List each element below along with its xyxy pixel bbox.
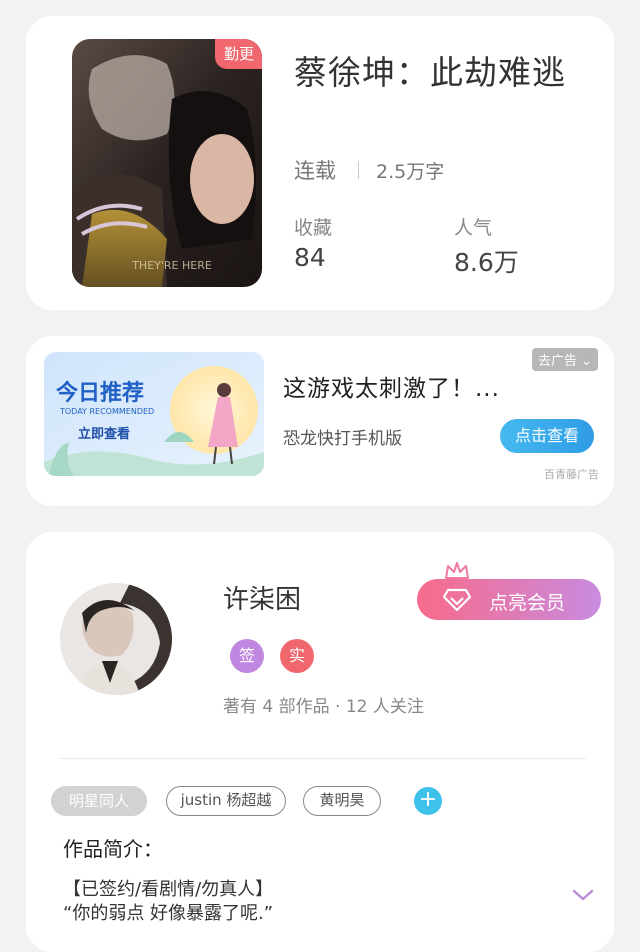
favorites-label: 收藏 — [294, 217, 333, 239]
ad-card[interactable]: 今日推荐 TODAY RECOMMENDED 立即查看 这游戏太刺激了！... … — [26, 336, 614, 506]
book-status: 连载 — [294, 159, 336, 183]
vip-button-label: 点亮会员 — [489, 592, 566, 614]
status-divider — [358, 161, 359, 179]
plus-icon: + — [418, 787, 438, 812]
author-stats: 著有 4 部作品 · 12 人关注 — [223, 697, 424, 717]
remove-ads-button[interactable]: 去广告 ⌄ — [532, 348, 599, 371]
vip-button[interactable]: 点亮会员 — [417, 579, 601, 620]
book-cover[interactable]: THEY'RE HERE 勤更 — [72, 39, 262, 287]
popularity-label: 人气 — [454, 217, 493, 239]
word-count: 2.5万字 — [376, 161, 445, 183]
ad-image-button: 立即查看 — [78, 426, 130, 442]
verified-badge: 实 — [280, 639, 314, 673]
section-divider — [58, 758, 586, 759]
ad-image-title: 今日推荐 — [56, 380, 144, 406]
ad-subtitle: 恐龙快打手机版 — [283, 429, 402, 449]
svg-text:THEY'RE HERE: THEY'RE HERE — [131, 259, 212, 272]
update-badge: 勤更 — [214, 39, 262, 69]
intro-title: 作品简介： — [63, 837, 163, 861]
ad-banner-image: 今日推荐 TODAY RECOMMENDED 立即查看 — [44, 352, 264, 476]
favorites-value: 84 — [294, 243, 326, 272]
book-title: 蔡徐坤：此劫难逃 — [294, 53, 566, 92]
ad-cta-button[interactable]: 点击查看 — [500, 419, 594, 453]
popularity-value: 8.6万 — [454, 248, 519, 277]
add-tag-button[interactable]: + — [414, 787, 442, 815]
tag-item[interactable]: justin 杨超越 — [166, 786, 286, 816]
diamond-icon — [443, 588, 471, 612]
chevron-down-icon[interactable] — [571, 888, 595, 902]
author-avatar[interactable] — [60, 583, 172, 695]
tag-item[interactable]: 黄明昊 — [303, 786, 381, 816]
book-cover-image: THEY'RE HERE — [72, 39, 262, 287]
avatar-image — [60, 583, 172, 695]
signed-badge: 签 — [230, 639, 264, 673]
tag-category[interactable]: 明星同人 — [51, 786, 147, 816]
crown-icon — [445, 562, 469, 579]
ad-source-label: 百青藤广告 — [544, 468, 599, 481]
author-name: 许柒困 — [223, 585, 302, 615]
ad-image[interactable]: 今日推荐 TODAY RECOMMENDED 立即查看 — [44, 352, 264, 476]
intro-line: “你的弱点 好像暴露了呢.” — [63, 903, 274, 924]
book-card[interactable]: THEY'RE HERE 勤更 蔡徐坤：此劫难逃 连载 2.5万字 收藏 84 … — [26, 16, 614, 310]
ad-title[interactable]: 这游戏太刺激了！... — [283, 369, 500, 403]
intro-line: 【已签约/看剧情/勿真人】 — [63, 879, 274, 900]
ad-image-subtitle: TODAY RECOMMENDED — [59, 407, 154, 416]
author-card: 许柒困 签 实 著有 4 部作品 · 12 人关注 点亮会员 明星同人 just… — [26, 532, 614, 952]
